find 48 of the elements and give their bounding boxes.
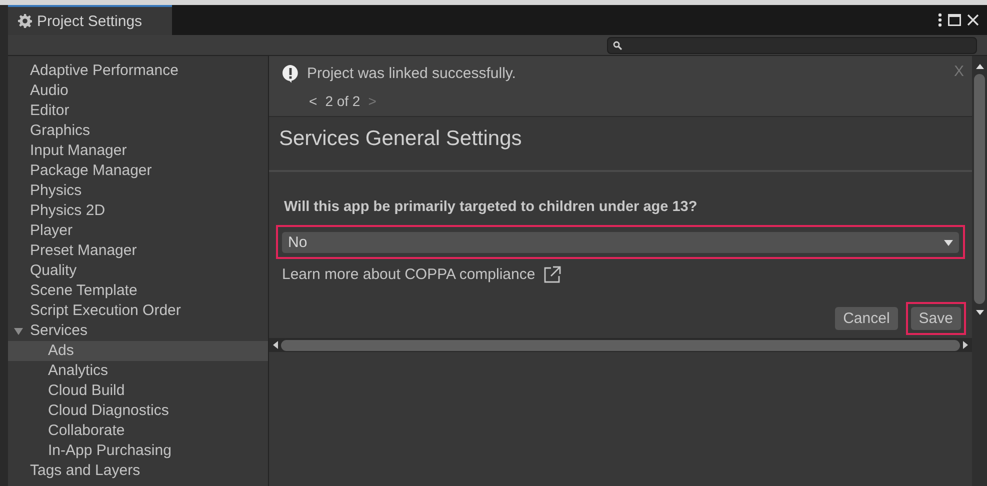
sidebar-item[interactable]: Services <box>8 321 268 341</box>
sidebar-item[interactable]: Tags and Layers <box>8 461 268 481</box>
sidebar-item[interactable]: Cloud Diagnostics <box>8 401 268 421</box>
sidebar-item[interactable]: Physics <box>8 181 268 201</box>
action-button[interactable]: Save <box>910 307 961 330</box>
coppa-link[interactable]: Learn more about COPPA compliance <box>282 266 536 282</box>
sidebar-item[interactable]: Preset Manager <box>8 241 268 261</box>
maximize-icon[interactable] <box>948 14 961 26</box>
sidebar-item[interactable]: Physics 2D <box>8 201 268 221</box>
action-button[interactable]: Cancel <box>835 307 898 330</box>
sidebar-item[interactable]: Cloud Build <box>8 381 268 401</box>
external-link-icon <box>544 266 562 282</box>
sidebar-item[interactable]: Audio <box>8 81 268 101</box>
previous-link[interactable]: < <box>309 93 318 109</box>
sidebar-item[interactable]: Analytics <box>8 361 268 381</box>
right-arrow-icon[interactable] <box>963 341 968 349</box>
gear-icon <box>18 14 32 28</box>
sidebar-item[interactable]: Collaborate <box>8 421 268 441</box>
sidebar-item[interactable]: Script Execution Order <box>8 301 268 321</box>
alert-icon <box>281 64 300 82</box>
sidebar-item[interactable]: Editor <box>8 101 268 121</box>
left-arrow-icon[interactable] <box>273 341 278 349</box>
sidebar-item[interactable]: In-App Purchasing <box>8 441 268 461</box>
close-icon[interactable] <box>967 14 979 26</box>
sidebar-item[interactable]: Input Manager <box>8 141 268 161</box>
search-field[interactable] <box>607 36 977 54</box>
sidebar-item[interactable]: Quality <box>8 261 268 281</box>
sidebar-item[interactable]: Package Manager <box>8 161 268 181</box>
question-label: Will this app be primarily targeted to children under age 13? <box>283 199 698 215</box>
horizontal-scrollbar[interactable] <box>269 338 972 352</box>
search-icon <box>613 40 622 50</box>
sidebar-item[interactable]: Adaptive Performance <box>8 61 268 81</box>
sidebar-item[interactable]: Graphics <box>8 121 268 141</box>
page-counter: 2 of 2 <box>325 93 360 109</box>
sidebar-item[interactable]: Ads <box>8 341 268 361</box>
vertical-scrollbar[interactable] <box>972 56 987 486</box>
up-arrow-icon[interactable] <box>976 64 984 69</box>
more-icon[interactable] <box>938 13 942 27</box>
window-tab[interactable]: Project Settings <box>8 5 172 35</box>
notification-message: Project was linked successfully. <box>307 64 516 82</box>
caret-icon <box>944 240 953 246</box>
caret-icon[interactable] <box>14 326 23 336</box>
down-arrow-icon[interactable] <box>976 310 984 315</box>
dropdown[interactable]: No <box>282 232 959 253</box>
section-title: Services General Settings <box>279 127 522 150</box>
window-title: Project Settings <box>37 12 142 30</box>
sidebar-item[interactable]: Scene Template <box>8 281 268 301</box>
sidebar-item[interactable]: Player <box>8 221 268 241</box>
